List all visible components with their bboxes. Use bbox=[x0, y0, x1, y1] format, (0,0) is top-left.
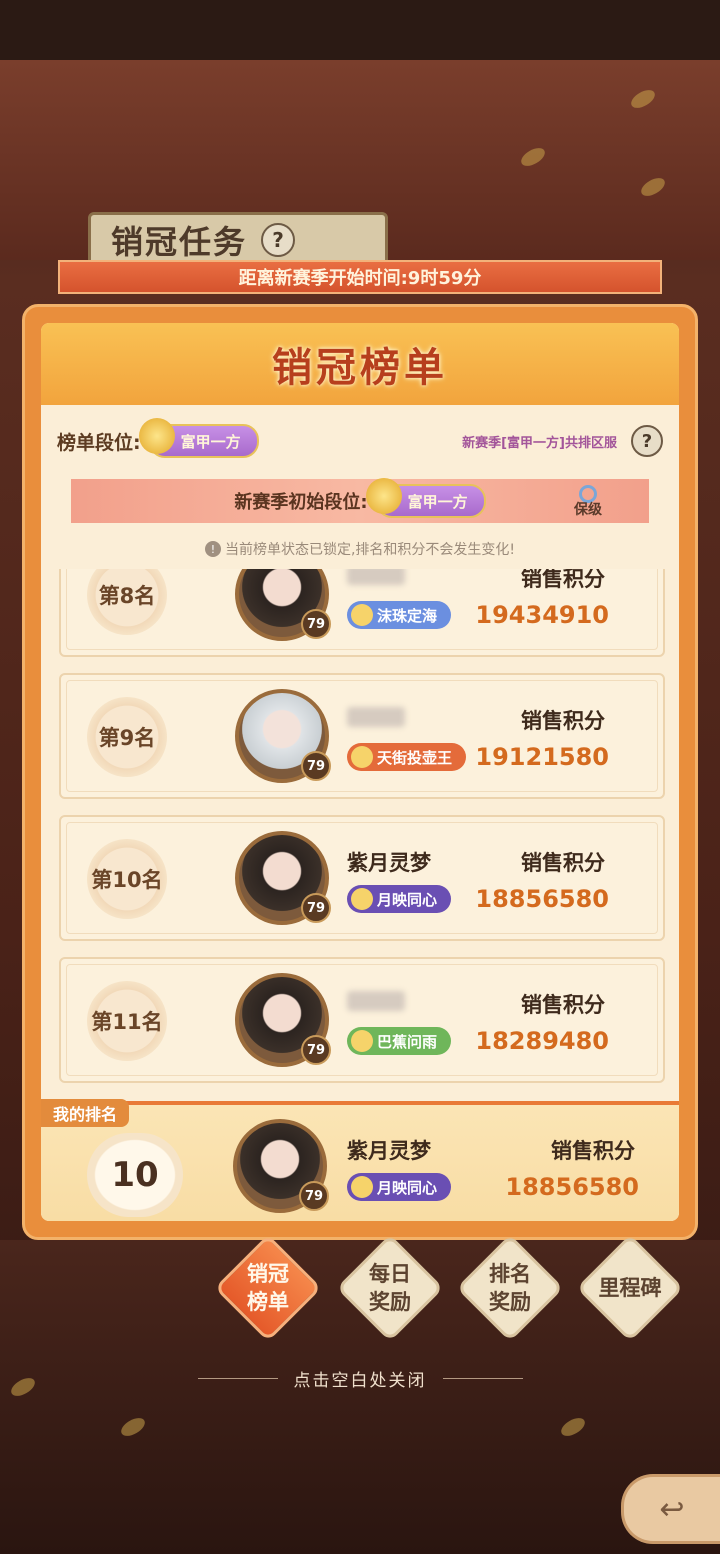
info-icon: ! bbox=[204, 541, 221, 557]
tier-note: 新赛季[富甲一方]共排区服 bbox=[462, 435, 617, 451]
season-countdown-banner: 距离新赛季开始时间:9时59分 bbox=[58, 260, 662, 294]
rank-list[interactable]: 第8名 79 沫珠定海 销售积分 19434910 第9名 79 天街投壶王 销… bbox=[41, 569, 679, 1101]
rank-card[interactable]: 第8名 79 沫珠定海 销售积分 19434910 bbox=[59, 569, 665, 657]
player-name: 紫月灵梦 bbox=[347, 851, 431, 875]
tab-label: 排名 奖励 bbox=[489, 1262, 531, 1314]
rank-medal: 第11名 bbox=[87, 981, 167, 1061]
initial-tier-badge: 富甲一方 bbox=[365, 478, 486, 518]
tab-rank-reward[interactable]: 排名 奖励 bbox=[456, 1234, 564, 1342]
leaderboard-panel: 销冠榜单 榜单段位: 富甲一方 新赛季[富甲一方]共排区服 ? 新赛季初始段位:… bbox=[22, 304, 698, 1240]
my-rank-medal: 10 bbox=[87, 1133, 183, 1217]
player-level: 79 bbox=[301, 609, 331, 639]
board-header: 销冠榜单 bbox=[41, 323, 679, 405]
tab-label: 每日 奖励 bbox=[369, 1262, 411, 1314]
player-name-hidden bbox=[347, 991, 405, 1011]
score-label: 销售积分 bbox=[521, 851, 605, 875]
my-score-value: 18856580 bbox=[505, 1173, 639, 1201]
player-name-hidden bbox=[347, 707, 405, 727]
player-avatar[interactable]: 79 bbox=[235, 831, 331, 925]
rank-card[interactable]: 第9名 79 天街投壶王 销售积分 19121580 bbox=[59, 673, 665, 799]
tier-help-button[interactable]: ? bbox=[631, 425, 663, 457]
board-title: 销冠榜单 bbox=[272, 344, 448, 391]
my-avatar[interactable]: 79 bbox=[233, 1119, 329, 1213]
initial-tier-row: 新赛季初始段位: 富甲一方 保级 bbox=[71, 478, 649, 523]
my-rank-row: 我的排名 10 79 紫月灵梦 月映同心 销售积分 18856580 bbox=[41, 1099, 679, 1221]
lock-notice: ! 当前榜单状态已锁定,排名和积分不会发生变化! bbox=[41, 535, 679, 563]
tab-sales-leaderboard[interactable]: 销冠 榜单 bbox=[214, 1234, 322, 1342]
close-hint-text: 点击空白处关闭 bbox=[293, 1370, 427, 1391]
score-value: 18289480 bbox=[475, 1027, 609, 1055]
player-avatar[interactable]: 79 bbox=[235, 973, 331, 1067]
player-title-badge: 月映同心 bbox=[347, 885, 452, 913]
background-top bbox=[0, 0, 720, 60]
player-name-hidden bbox=[347, 569, 405, 585]
tab-daily-reward[interactable]: 每日 奖励 bbox=[336, 1234, 444, 1342]
divider-line bbox=[197, 1377, 278, 1379]
rank-card[interactable]: 第11名 79 巴蕉问雨 销售积分 18289480 bbox=[59, 957, 665, 1083]
my-rank-tag: 我的排名 bbox=[41, 1099, 130, 1127]
score-value: 19121580 bbox=[475, 743, 609, 771]
tier-name: 富甲一方 bbox=[180, 432, 241, 451]
my-level: 79 bbox=[299, 1181, 329, 1211]
rank-medal: 第10名 bbox=[87, 839, 167, 919]
my-title-badge: 月映同心 bbox=[347, 1173, 452, 1201]
back-button[interactable]: ↩ bbox=[621, 1474, 720, 1544]
keep-tier-badge: 保级 bbox=[571, 483, 605, 519]
player-title-badge: 沫珠定海 bbox=[347, 601, 452, 629]
my-score-label: 销售积分 bbox=[551, 1139, 635, 1163]
player-level: 79 bbox=[301, 751, 331, 781]
rank-medal: 第9名 bbox=[87, 697, 167, 777]
player-level: 79 bbox=[301, 893, 331, 923]
season-countdown-text: 距离新赛季开始时间:9时59分 bbox=[238, 268, 482, 289]
tab-milestone[interactable]: 里程碑 bbox=[576, 1234, 684, 1342]
player-level: 79 bbox=[301, 1035, 331, 1065]
divider-line bbox=[442, 1377, 523, 1379]
rank-card[interactable]: 第10名 79 紫月灵梦 月映同心 销售积分 18856580 bbox=[59, 815, 665, 941]
task-title: 销冠任务 bbox=[111, 223, 248, 261]
my-name: 紫月灵梦 bbox=[347, 1139, 431, 1163]
score-value: 18856580 bbox=[475, 885, 609, 913]
leaderboard-panel-inner: 销冠榜单 榜单段位: 富甲一方 新赛季[富甲一方]共排区服 ? 新赛季初始段位:… bbox=[41, 323, 679, 1221]
tier-row: 榜单段位: 富甲一方 新赛季[富甲一方]共排区服 ? bbox=[57, 418, 663, 461]
lock-notice-text: 当前榜单状态已锁定,排名和积分不会发生变化! bbox=[224, 542, 516, 558]
close-hint[interactable]: 点击空白处关闭 bbox=[0, 1364, 720, 1392]
task-help-button[interactable]: ? bbox=[261, 223, 296, 257]
bottom-tabs: 销冠 榜单 每日 奖励 排名 奖励 里程碑 bbox=[214, 1234, 686, 1346]
tier-badge: 富甲一方 bbox=[138, 418, 259, 458]
score-label: 销售积分 bbox=[521, 569, 605, 591]
tab-label: 里程碑 bbox=[598, 1276, 662, 1300]
tab-label: 销冠 榜单 bbox=[247, 1262, 289, 1314]
keep-tier-label: 保级 bbox=[574, 502, 602, 518]
player-avatar[interactable]: 79 bbox=[235, 689, 331, 783]
score-label: 销售积分 bbox=[521, 709, 605, 733]
initial-tier-name: 富甲一方 bbox=[407, 492, 468, 511]
tier-label: 榜单段位: bbox=[57, 431, 141, 454]
initial-tier-label: 新赛季初始段位: bbox=[234, 492, 368, 513]
score-value: 19434910 bbox=[475, 601, 609, 629]
back-arrow-icon: ↩ bbox=[659, 1491, 685, 1527]
player-title-badge: 巴蕉问雨 bbox=[347, 1027, 452, 1055]
score-label: 销售积分 bbox=[521, 993, 605, 1017]
player-title-badge: 天街投壶王 bbox=[347, 743, 467, 771]
